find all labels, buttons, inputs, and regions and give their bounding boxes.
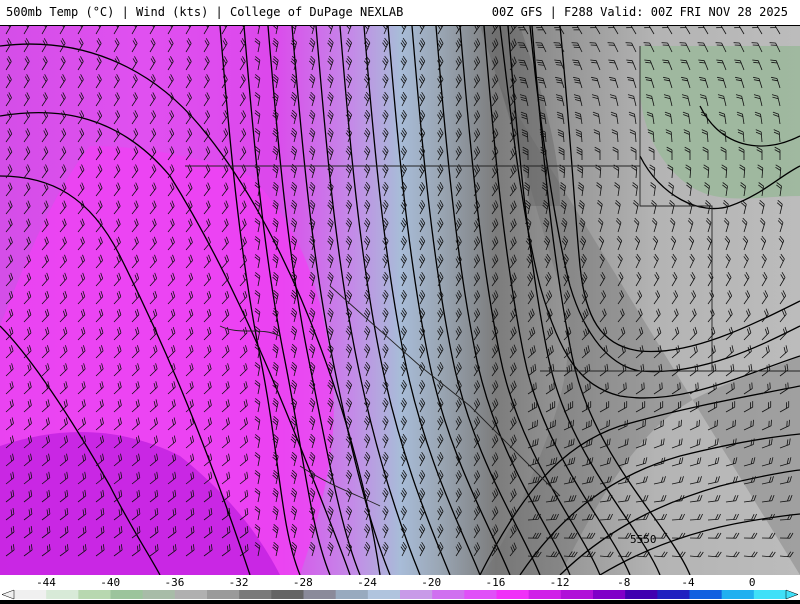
map-header: 500mb Temp (°C) | Wind (kts) | College o… bbox=[0, 0, 800, 26]
colorbar-left-arrow bbox=[1, 589, 15, 600]
colorbar-swatch bbox=[110, 590, 144, 599]
colorbar-swatch bbox=[528, 590, 562, 599]
colorbar-swatch bbox=[207, 590, 240, 599]
colorbar-tick-label: -36 bbox=[164, 576, 184, 589]
colorbar-swatch bbox=[335, 590, 369, 599]
contour-label: 5550 bbox=[630, 533, 657, 546]
colorbar-swatch bbox=[753, 590, 787, 599]
colorbar-swatch bbox=[78, 590, 111, 599]
colorbar-swatch bbox=[239, 590, 272, 599]
colorbar-swatch bbox=[721, 590, 755, 599]
colorbar-swatch bbox=[560, 590, 594, 599]
colorbar-tick-label: -12 bbox=[550, 576, 570, 589]
colorbar-swatch bbox=[432, 590, 465, 599]
temperature-colorbar: -44 -40 -36 -32 -28 -24 -20 -16 -12 -8 -4 0 bbox=[0, 575, 800, 600]
colorbar-swatch bbox=[593, 590, 626, 599]
map-canvas: 5550 bbox=[0, 26, 800, 575]
colorbar-tick-label: -28 bbox=[293, 576, 313, 589]
colorbar-tick-label: -8 bbox=[617, 576, 630, 589]
colorbar-swatch bbox=[46, 590, 79, 599]
colorbar-swatch bbox=[400, 590, 433, 599]
colorbar-swatch bbox=[271, 590, 304, 599]
colorbar-swatch bbox=[657, 590, 690, 599]
colorbar-swatch bbox=[689, 590, 723, 599]
colorbar-tick-label: -16 bbox=[485, 576, 505, 589]
colorbar-tick-label: -20 bbox=[421, 576, 441, 589]
colorbar-tick-label: -40 bbox=[100, 576, 120, 589]
colorbar-tick-label: -24 bbox=[357, 576, 377, 589]
colorbar-swatch bbox=[625, 590, 658, 599]
colorbar-tick-label: -4 bbox=[681, 576, 695, 589]
colorbar-swatch bbox=[496, 590, 530, 599]
colorbar-swatch bbox=[14, 590, 47, 599]
colorbar-tick-label: 0 bbox=[749, 576, 756, 589]
colorbar-svg: -44 -40 -36 -32 -28 -24 -20 -16 -12 -8 -4 0 bbox=[1, 576, 799, 600]
valid-time: 00Z GFS | F288 Valid: 00Z FRI NOV 28 202… bbox=[491, 5, 788, 19]
colorbar-swatch bbox=[303, 590, 337, 599]
weather-map: 5550 bbox=[0, 26, 800, 575]
map-title: 500mb Temp (°C) | Wind (kts) | College o… bbox=[6, 5, 404, 19]
colorbar-tick-label: -32 bbox=[229, 576, 249, 589]
colorbar-swatch bbox=[174, 590, 208, 599]
colorbar-right-arrow bbox=[785, 589, 799, 600]
colorbar-swatch bbox=[464, 590, 497, 599]
colorbar-tick-label: -44 bbox=[36, 576, 56, 589]
colorbar-swatch bbox=[367, 590, 401, 599]
colorbar-swatch bbox=[142, 590, 176, 599]
